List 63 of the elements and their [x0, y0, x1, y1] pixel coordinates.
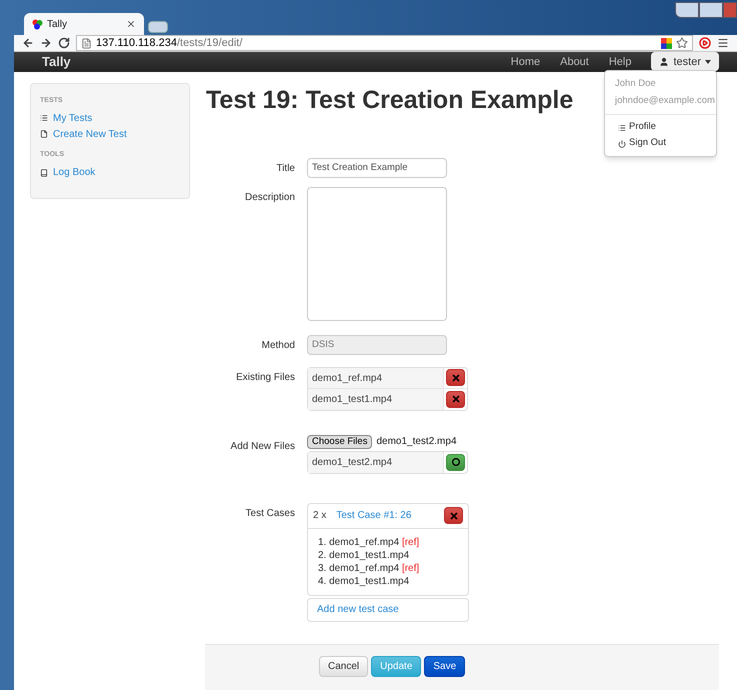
close-icon — [448, 510, 458, 521]
menu-icon[interactable] — [717, 37, 729, 49]
file-name: demo1_test1.mp4 — [308, 388, 443, 410]
extension-icon[interactable] — [699, 37, 711, 49]
field-label: Test Cases — [246, 508, 295, 519]
new-tab-button[interactable] — [148, 21, 168, 33]
field-label: Existing Files — [236, 372, 295, 383]
field-label: Add New Files — [230, 440, 295, 452]
address-bar[interactable]: 137.110.118.234/tests/19/edit/ — [76, 35, 693, 51]
nav-link[interactable]: Home — [510, 54, 540, 70]
list-icon — [618, 124, 626, 132]
chosen-file-name: demo1_test2.mp4 — [376, 434, 457, 449]
power-icon — [618, 140, 626, 148]
book-icon — [40, 168, 48, 176]
field-label: Method — [262, 340, 295, 351]
menu-item[interactable]: Sign Out — [605, 136, 716, 152]
choose-files-button[interactable]: Choose Files — [307, 434, 372, 449]
close-icon — [450, 372, 460, 383]
forward-icon[interactable] — [40, 37, 52, 49]
delete-button[interactable] — [444, 507, 463, 524]
user-email: johndoe@example.com — [614, 94, 716, 108]
menu-item[interactable]: Profile — [605, 120, 716, 136]
test-case-link[interactable]: Test Case #1: 26 — [336, 508, 444, 524]
close-icon[interactable] — [126, 19, 136, 29]
test-case-item: 1. demo1_ref.mp4 [ref] — [318, 536, 420, 548]
nav-link[interactable]: Help — [608, 54, 632, 70]
page-icon — [81, 38, 92, 48]
nav-link[interactable]: About — [560, 54, 589, 70]
caret-icon — [705, 60, 711, 64]
page-title: Test 19: Test Creation Example — [206, 84, 574, 116]
file-name: demo1_ref.mp4 — [308, 368, 443, 388]
app-logo-icon — [32, 18, 43, 30]
test-case-item: 4. demo1_test1.mp4 — [318, 574, 410, 587]
reload-icon[interactable] — [58, 37, 70, 49]
description-field[interactable] — [307, 186, 447, 321]
file-name: demo1_test2.mp4 — [308, 452, 443, 473]
user-name: John Doe — [614, 76, 657, 90]
back-icon[interactable] — [22, 37, 34, 49]
close-icon — [450, 394, 460, 404]
minimize-button[interactable] — [675, 2, 699, 18]
save-button[interactable]: Save — [424, 656, 466, 677]
cancel-button[interactable]: Cancel — [319, 656, 368, 677]
repeat-count: 2 x — [313, 509, 326, 524]
extension-icon[interactable] — [661, 38, 672, 48]
browser-tab[interactable]: Tally — [24, 13, 144, 35]
upload-button[interactable] — [446, 454, 465, 471]
brand-text[interactable]: Tally — [42, 52, 71, 72]
delete-button[interactable] — [446, 390, 465, 408]
star-icon[interactable] — [676, 37, 688, 49]
list-icon — [40, 114, 48, 122]
title-field[interactable]: Test Creation Example — [307, 158, 447, 178]
url-text: 137.110.118.234/tests/19/edit/ — [96, 36, 242, 51]
circle-icon — [452, 458, 460, 466]
test-case-item: 3. demo1_ref.mp4 [ref] — [318, 562, 420, 574]
field-label: Description — [244, 192, 295, 203]
file-icon — [40, 130, 48, 138]
user-icon — [659, 56, 670, 67]
delete-button[interactable] — [446, 369, 465, 386]
field-label: Title — [276, 162, 295, 174]
test-case-item: 2. demo1_test1.mp4 — [318, 548, 410, 561]
user-menu-button[interactable]: tester — [651, 52, 719, 72]
maximize-button[interactable] — [699, 2, 723, 18]
tab-title: Tally — [47, 18, 68, 32]
